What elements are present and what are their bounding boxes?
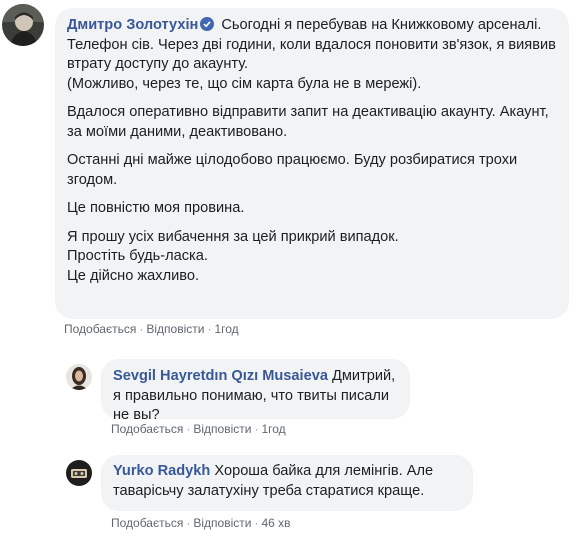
author-link[interactable]: Sevgil Hayretdın Qızı Musaieva (113, 368, 328, 384)
reply-link[interactable]: Відповісти (193, 516, 251, 530)
comment-actions: Подобається · Відповісти · 1год (111, 422, 286, 436)
separator: · (139, 322, 144, 336)
author-link[interactable]: Yurko Radykh (113, 463, 210, 479)
comment-paragraph: Це повністю моя провина. (67, 200, 245, 216)
comment-bubble: Дмитро Золотухін Сьогодні я перебував на… (55, 8, 569, 319)
separator: · (186, 422, 191, 436)
timestamp[interactable]: 1год (261, 422, 285, 436)
separator: · (186, 516, 191, 530)
comment-paragraph: Останні дні майже цілодобово працюємо. Б… (67, 152, 518, 188)
avatar[interactable] (66, 460, 92, 486)
verified-badge-icon (200, 17, 215, 31)
like-link[interactable]: Подобається (111, 422, 183, 436)
comment-bubble: Yurko Radykh Хороша байка для лемінгів. … (101, 455, 473, 511)
comment-bubble: Sevgil Hayretdın Qızı Musaieva Дмитрий, … (101, 359, 410, 423)
separator: · (254, 422, 259, 436)
timestamp[interactable]: 1год (214, 322, 238, 336)
separator: · (254, 516, 259, 530)
reply-link[interactable]: Відповісти (193, 422, 251, 436)
comment-paragraph: Я прошу усіх вибачення за цей прикрий ви… (67, 228, 399, 284)
avatar-photo-icon (2, 4, 44, 46)
avatar[interactable] (66, 364, 92, 390)
like-link[interactable]: Подобається (111, 516, 183, 530)
avatar-photo-icon (66, 364, 92, 390)
separator: · (207, 322, 212, 336)
avatar[interactable] (2, 4, 44, 46)
timestamp[interactable]: 46 хв (261, 516, 290, 530)
comment-paragraph: Вдалося оперативно відправити запит на д… (67, 104, 549, 140)
comment-actions: Подобається · Відповісти · 46 хв (111, 516, 291, 530)
like-link[interactable]: Подобається (64, 322, 136, 336)
author-link[interactable]: Дмитро Золотухін (67, 17, 198, 33)
avatar-photo-icon (66, 460, 92, 486)
reply-link[interactable]: Відповісти (146, 322, 204, 336)
comment-actions: Подобається · Відповісти · 1год (64, 322, 239, 336)
comment-paragraph: Дмитро Золотухін Сьогодні я перебував на… (67, 16, 557, 94)
